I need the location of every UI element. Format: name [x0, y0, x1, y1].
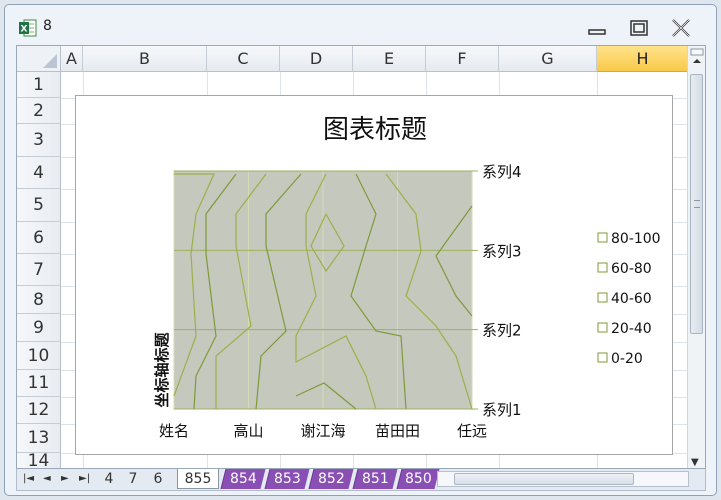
category-label: 高山	[233, 422, 263, 440]
last-sheet-icon[interactable]: ►|	[79, 472, 90, 486]
excel-window: X 8 ABCDEFGH 1 2 3 4 5 6 7 8 9 10 11 12 13 14 图表标题 姓名高…	[4, 4, 717, 496]
legend-entry[interactable]: 20-40	[611, 321, 652, 337]
column-header-d[interactable]: D	[280, 46, 353, 72]
row-header-4[interactable]: 4	[17, 157, 61, 189]
row-header-8[interactable]: 8	[17, 286, 61, 314]
window-title: 8	[43, 18, 52, 34]
column-header-f[interactable]: F	[426, 46, 499, 72]
category-label: 姓名	[159, 422, 189, 440]
split-box[interactable]	[688, 46, 705, 72]
sheet-tab-label: 851	[362, 471, 389, 487]
sheet-tab-label: 850	[405, 471, 432, 487]
row-header-14[interactable]: 14	[17, 451, 61, 468]
horizontal-scrollbar[interactable]	[437, 471, 689, 487]
chart-object[interactable]: 图表标题姓名 高山 谢江海 苗田田 任远 系列1 系列2 系列3 系列4 坐标轴标题 80-100 6…	[75, 95, 673, 455]
row-header-12[interactable]: 12	[17, 397, 61, 424]
column-header-e[interactable]: E	[353, 46, 426, 72]
sheet-tab-7[interactable]: 7	[123, 469, 143, 489]
legend-swatch	[597, 352, 608, 363]
legend-swatch	[597, 292, 608, 303]
sheet-tab-label: 853	[274, 471, 301, 487]
maximize-button[interactable]	[625, 17, 653, 39]
select-all-corner[interactable]	[17, 46, 61, 72]
sheet-tab-bar: |◄ ◄ ► ►| 4 7 6 855 854 853 852 851 850	[16, 469, 706, 491]
close-button[interactable]	[667, 17, 695, 39]
column-header-c[interactable]: C	[207, 46, 280, 72]
row-header-3[interactable]: 3	[17, 124, 61, 157]
row-header-9[interactable]: 9	[17, 314, 61, 342]
column-header-h[interactable]: H	[597, 46, 689, 72]
legend-swatch	[597, 322, 608, 333]
legend-entry[interactable]: 80-100	[611, 231, 661, 247]
sheet-tab-label: 854	[230, 471, 257, 487]
title-bar: X 8	[5, 5, 716, 45]
row-header-13[interactable]: 13	[17, 424, 61, 453]
row-header-5[interactable]: 5	[17, 189, 61, 222]
prev-sheet-icon[interactable]: ◄	[43, 472, 51, 486]
svg-text:X: X	[21, 25, 28, 35]
close-icon	[672, 19, 690, 37]
legend-entry[interactable]: 60-80	[611, 261, 652, 277]
legend-entry[interactable]: 0-20	[611, 351, 643, 367]
row-header-11[interactable]: 11	[17, 370, 61, 397]
row-header-7[interactable]: 7	[17, 254, 61, 286]
column-header-b[interactable]: B	[83, 46, 207, 72]
surface-chart: 图表标题姓名 高山 谢江海 苗田田 任远 系列1 系列2 系列3 系列4 坐标轴标题 80-100 6…	[153, 115, 661, 440]
next-sheet-icon[interactable]: ►	[61, 472, 69, 486]
legend-swatch	[597, 262, 608, 273]
sheet-tab-855[interactable]: 855	[177, 469, 219, 489]
legend-swatch	[597, 232, 608, 243]
category-label: 谢江海	[300, 422, 345, 440]
axis-title[interactable]: 坐标轴标题	[153, 332, 171, 408]
maximize-icon	[630, 20, 648, 36]
sheet-tab-851[interactable]: 851	[352, 469, 398, 489]
legend-entry[interactable]: 40-60	[611, 291, 652, 307]
sheet-tab-label: 855	[184, 471, 212, 487]
category-label: 任远	[457, 422, 487, 440]
category-label: 苗田田	[375, 422, 420, 440]
column-header-g[interactable]: G	[499, 46, 597, 72]
series-axis-label: 系列4	[482, 163, 522, 181]
first-sheet-icon[interactable]: |◄	[23, 472, 34, 486]
sheet-tab-4[interactable]: 4	[99, 469, 119, 489]
minimize-button[interactable]	[583, 17, 611, 39]
sheet-tab-label: 4	[104, 471, 114, 487]
vertical-scroll-thumb[interactable]	[690, 74, 703, 334]
sheet-tab-label: 852	[318, 471, 345, 487]
row-header-6[interactable]: 6	[17, 222, 61, 254]
horizontal-scroll-thumb[interactable]	[454, 473, 634, 485]
series-axis-label: 系列3	[482, 242, 522, 260]
sheet-tab-6[interactable]: 6	[147, 469, 169, 489]
sheet-tab-854[interactable]: 854	[220, 469, 266, 489]
sheet-tab-label: 7	[128, 471, 138, 487]
excel-icon[interactable]: X	[19, 19, 37, 37]
series-axis-label: 系列1	[482, 401, 522, 419]
sheet-tab-label: 6	[153, 471, 163, 487]
scroll-down-arrow-icon[interactable]: ▼	[691, 457, 699, 468]
sheet-tab-853[interactable]: 853	[264, 469, 310, 489]
row-header-10[interactable]: 10	[17, 342, 61, 370]
chart-title[interactable]: 图表标题	[323, 115, 427, 145]
worksheet-grid[interactable]: ABCDEFGH 1 2 3 4 5 6 7 8 9 10 11 12 13 14 图表标题 姓名 高山 谢江海…	[16, 45, 706, 469]
minimize-icon	[588, 29, 606, 35]
sheet-tab-850[interactable]: 850	[396, 469, 440, 489]
row-header-1[interactable]: 1	[17, 72, 61, 98]
sheet-tab-852[interactable]: 852	[308, 469, 354, 489]
vertical-scrollbar[interactable]: ▼	[687, 46, 705, 468]
series-axis-label: 系列2	[482, 322, 522, 340]
row-header-2[interactable]: 2	[17, 98, 61, 124]
column-header-a[interactable]: A	[61, 46, 83, 72]
